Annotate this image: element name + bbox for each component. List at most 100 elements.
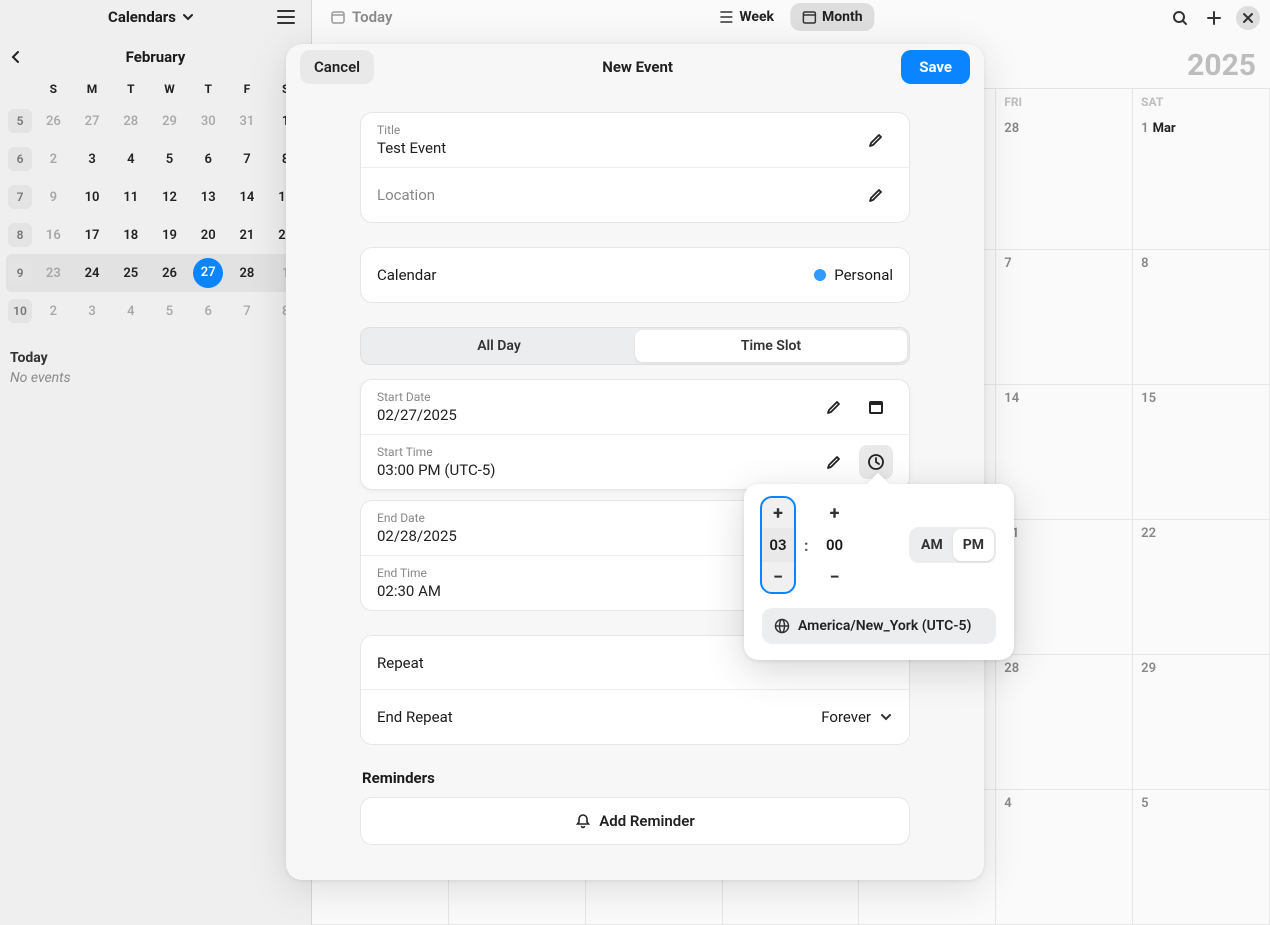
mini-day[interactable]: 3	[88, 152, 95, 167]
edit-location-button[interactable]	[859, 178, 893, 212]
minute-increment-button[interactable]: +	[819, 498, 851, 528]
pm-option[interactable]: PM	[953, 529, 994, 561]
mini-day[interactable]: 18	[123, 228, 138, 243]
calendars-label: Calendars	[108, 8, 176, 26]
mini-day[interactable]: 11	[123, 190, 138, 205]
timezone-button[interactable]: America/New_York (UTC-5)	[762, 608, 996, 644]
start-date-picker-button[interactable]	[859, 390, 893, 424]
mini-day[interactable]: 9	[50, 190, 57, 205]
mini-day[interactable]: 26	[46, 114, 61, 129]
month-cell[interactable]: 5	[1133, 790, 1270, 925]
mini-day[interactable]: 23	[46, 266, 61, 281]
mini-day[interactable]: 20	[201, 228, 216, 243]
title-field[interactable]: Title Test Event	[361, 113, 909, 168]
mini-day[interactable]: 6	[205, 304, 212, 319]
week-view-button[interactable]: Week	[707, 3, 786, 31]
calendars-dropdown[interactable]: Calendars	[108, 8, 194, 26]
mini-day[interactable]: 21	[239, 228, 254, 243]
mini-day[interactable]: 28	[123, 114, 138, 129]
mini-day[interactable]: 24	[85, 266, 100, 281]
no-events-text: No events	[10, 370, 301, 386]
mini-day[interactable]: 29	[162, 114, 177, 129]
mini-day[interactable]: 6	[204, 152, 211, 167]
add-button[interactable]	[1202, 6, 1226, 30]
start-date-row[interactable]: Start Date 02/27/2025	[361, 380, 909, 435]
mini-day[interactable]: 25	[123, 266, 138, 281]
minute-value[interactable]: 00	[819, 528, 851, 562]
add-reminder-button[interactable]: Add Reminder	[360, 797, 910, 845]
all-day-option[interactable]: All Day	[363, 330, 635, 362]
month-cell[interactable]: 15	[1133, 385, 1270, 520]
hour-decrement-button[interactable]: −	[762, 562, 794, 592]
month-cell[interactable]: 8	[1133, 250, 1270, 385]
edit-start-date-button[interactable]	[817, 390, 851, 424]
mini-week-row: 62345678	[6, 140, 305, 178]
month-cell[interactable]: 4	[996, 790, 1133, 925]
hamburger-icon[interactable]	[277, 10, 295, 24]
end-repeat-row[interactable]: End Repeat Forever	[361, 690, 909, 744]
week-number: 10	[8, 299, 32, 323]
edit-title-button[interactable]	[859, 123, 893, 157]
mini-day[interactable]: 7	[243, 152, 250, 167]
ampm-toggle: AM PM	[909, 527, 996, 563]
month-cell[interactable]: 28	[996, 655, 1133, 790]
allday-timeslot-toggle: All Day Time Slot	[360, 327, 910, 365]
search-button[interactable]	[1168, 6, 1192, 30]
mini-day[interactable]: 3	[88, 304, 95, 319]
location-field[interactable]: Location	[361, 168, 909, 222]
today-button[interactable]: Today	[322, 4, 400, 30]
calendar-picker-row[interactable]: Calendar Personal	[361, 248, 909, 302]
start-time-row[interactable]: Start Time 03:00 PM (UTC-5)	[361, 435, 909, 489]
mini-day[interactable]: 4	[127, 152, 134, 167]
location-placeholder: Location	[377, 186, 435, 204]
month-cell[interactable]: 29	[1133, 655, 1270, 790]
mini-day[interactable]: 30	[201, 114, 216, 129]
hour-spinner: + 03 −	[762, 498, 794, 592]
month-cell[interactable]: 1Mar	[1133, 115, 1270, 250]
prev-month-button[interactable]	[8, 49, 24, 65]
mini-day[interactable]: 10	[85, 190, 100, 205]
mini-day[interactable]: 7	[243, 304, 250, 319]
hour-increment-button[interactable]: +	[762, 498, 794, 528]
month-cell[interactable]: 7	[996, 250, 1133, 385]
mini-day[interactable]: 5	[166, 304, 173, 319]
minute-decrement-button[interactable]: −	[819, 562, 851, 592]
title-location-card: Title Test Event Location	[360, 112, 910, 223]
time-slot-option[interactable]: Time Slot	[635, 330, 907, 362]
month-cell[interactable]: 14	[996, 385, 1133, 520]
mini-day[interactable]: 17	[85, 228, 100, 243]
calendar-picker-card: Calendar Personal	[360, 247, 910, 303]
minute-spinner: + 00 −	[819, 498, 851, 592]
month-cell[interactable]: 22	[1133, 520, 1270, 655]
mini-week-row: 52627282930311	[6, 102, 305, 140]
mini-month-label: February	[126, 48, 186, 66]
month-cell[interactable]: 28	[996, 115, 1133, 250]
mini-day[interactable]: 28	[239, 266, 254, 281]
mini-day[interactable]: 2	[50, 304, 57, 319]
edit-start-time-button[interactable]	[817, 445, 851, 479]
globe-icon	[774, 618, 790, 634]
end-time-label: End Time	[377, 566, 441, 580]
mini-day[interactable]: 12	[162, 190, 177, 205]
start-time-label: Start Time	[377, 445, 496, 459]
am-option[interactable]: AM	[911, 529, 953, 561]
save-button[interactable]: Save	[901, 50, 970, 84]
hour-value[interactable]: 03	[762, 528, 794, 562]
mini-day[interactable]: 16	[46, 228, 61, 243]
mini-day[interactable]: 31	[240, 114, 255, 129]
month-view-button[interactable]: Month	[790, 3, 875, 31]
cancel-button[interactable]: Cancel	[300, 50, 374, 84]
title-field-label: Title	[377, 123, 446, 137]
mini-day[interactable]: 19	[162, 228, 177, 243]
mini-day[interactable]: 14	[239, 190, 254, 205]
mini-day[interactable]: 27	[85, 114, 100, 129]
mini-day[interactable]: 2	[50, 152, 57, 167]
month-cell[interactable]: 21	[996, 520, 1133, 655]
today-button-label: Today	[352, 8, 392, 26]
mini-day[interactable]: 27	[193, 258, 223, 288]
mini-day[interactable]: 5	[166, 152, 173, 167]
close-button[interactable]	[1236, 6, 1260, 30]
mini-day[interactable]: 13	[201, 190, 216, 205]
mini-day[interactable]: 26	[162, 266, 177, 281]
mini-day[interactable]: 4	[127, 304, 134, 319]
